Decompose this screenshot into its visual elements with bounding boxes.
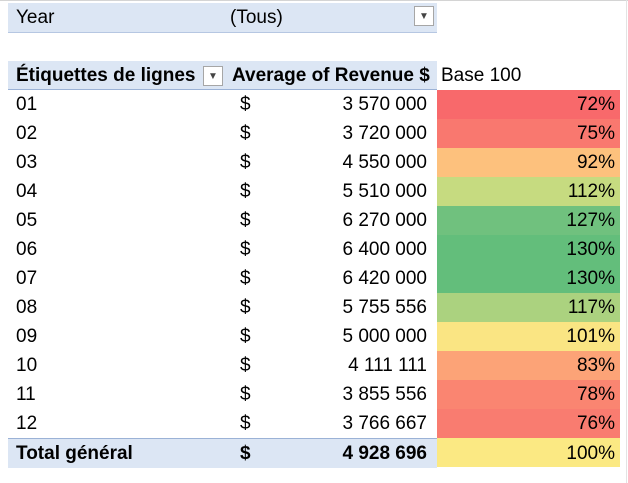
base-value[interactable]: 101% xyxy=(437,322,615,351)
revenue-value[interactable]: 6 420 000 xyxy=(342,264,427,293)
base-value[interactable]: 83% xyxy=(437,351,615,380)
table-row: 02 $3 720 000 75% xyxy=(8,119,628,148)
revenue-header[interactable]: Average of Revenue $ xyxy=(232,61,430,90)
revenue-value[interactable]: 5 755 556 xyxy=(342,293,427,322)
currency-symbol[interactable]: $ xyxy=(240,293,251,322)
revenue-value[interactable]: 6 270 000 xyxy=(342,206,427,235)
row-label[interactable]: 04 xyxy=(16,177,37,206)
base-value[interactable]: 130% xyxy=(437,235,615,264)
row-label[interactable]: 12 xyxy=(16,409,37,438)
row-label[interactable]: 10 xyxy=(16,351,37,380)
table-row: 06 $6 400 000 130% xyxy=(8,235,628,264)
row-label[interactable]: 07 xyxy=(16,264,37,293)
base-value[interactable]: 75% xyxy=(437,119,615,148)
currency-symbol[interactable]: $ xyxy=(240,119,251,148)
table-row: 10 $4 111 111 83% xyxy=(8,351,628,380)
grid-line-top xyxy=(0,0,628,1)
filter-label: Year xyxy=(16,7,55,28)
report-filter-row: Year (Tous) ▼ xyxy=(8,3,437,33)
base-value[interactable]: 117% xyxy=(437,293,615,322)
base-value[interactable]: 78% xyxy=(437,380,615,409)
table-row: 09 $5 000 000 101% xyxy=(8,322,628,351)
row-labels-filter-button[interactable]: ▼ xyxy=(203,66,223,86)
currency-symbol[interactable]: $ xyxy=(240,322,251,351)
pivot-rows: 01 $3 570 000 72% 02 $3 720 000 75% 03 $4 550 0… xyxy=(8,90,628,438)
base-value[interactable]: 76% xyxy=(437,409,615,438)
row-label[interactable]: 11 xyxy=(16,380,36,409)
filter-value[interactable]: (Tous) xyxy=(230,7,283,29)
base-value[interactable]: 92% xyxy=(437,148,615,177)
base-value[interactable]: 127% xyxy=(437,206,615,235)
chevron-down-icon: ▼ xyxy=(208,70,218,82)
row-labels-header[interactable]: Étiquettes de lignes xyxy=(16,61,195,90)
currency-symbol[interactable]: $ xyxy=(240,206,251,235)
grand-total-currency[interactable]: $ xyxy=(240,439,251,468)
revenue-value[interactable]: 3 570 000 xyxy=(342,90,427,119)
pivot-table: Étiquettes de lignes ▼ Average of Revenu… xyxy=(8,61,628,468)
table-row: 08 $5 755 556 117% xyxy=(8,293,628,322)
row-label[interactable]: 06 xyxy=(16,235,37,264)
revenue-value[interactable]: 4 550 000 xyxy=(342,148,427,177)
base-value[interactable]: 112% xyxy=(437,177,615,206)
revenue-value[interactable]: 6 400 000 xyxy=(342,235,427,264)
currency-symbol[interactable]: $ xyxy=(240,177,251,206)
row-label[interactable]: 03 xyxy=(16,148,37,177)
chevron-down-icon: ▼ xyxy=(419,10,429,22)
currency-symbol[interactable]: $ xyxy=(240,235,251,264)
row-label[interactable]: 08 xyxy=(16,293,37,322)
currency-symbol[interactable]: $ xyxy=(240,409,251,438)
table-row: 04 $5 510 000 112% xyxy=(8,177,628,206)
row-label[interactable]: 05 xyxy=(16,206,37,235)
grand-total-label[interactable]: Total général xyxy=(16,439,133,468)
row-label[interactable]: 09 xyxy=(16,322,37,351)
currency-symbol[interactable]: $ xyxy=(240,90,251,119)
table-row: 05 $6 270 000 127% xyxy=(8,206,628,235)
row-label[interactable]: 02 xyxy=(16,119,37,148)
revenue-value[interactable]: 3 766 667 xyxy=(342,409,427,438)
filter-dropdown-button[interactable]: ▼ xyxy=(414,6,434,26)
base-value[interactable]: 72% xyxy=(437,90,615,119)
grand-total-row: Total général $ 4 928 696 100% xyxy=(8,438,628,468)
revenue-value[interactable]: 3 855 556 xyxy=(342,380,427,409)
pivot-header-row: Étiquettes de lignes ▼ Average of Revenu… xyxy=(8,61,628,90)
currency-symbol[interactable]: $ xyxy=(240,264,251,293)
base-header[interactable]: Base 100 xyxy=(441,61,521,90)
revenue-value[interactable]: 3 720 000 xyxy=(342,119,427,148)
currency-symbol[interactable]: $ xyxy=(240,380,251,409)
table-row: 03 $4 550 000 92% xyxy=(8,148,628,177)
revenue-value[interactable]: 4 111 111 xyxy=(348,351,427,380)
base-value[interactable]: 130% xyxy=(437,264,615,293)
revenue-value[interactable]: 5 000 000 xyxy=(342,322,427,351)
currency-symbol[interactable]: $ xyxy=(240,148,251,177)
table-row: 01 $3 570 000 72% xyxy=(8,90,628,119)
row-label[interactable]: 01 xyxy=(16,90,37,119)
currency-symbol[interactable]: $ xyxy=(240,351,251,380)
grand-total-base[interactable]: 100% xyxy=(437,439,615,468)
table-row: 12 $3 766 667 76% xyxy=(8,409,628,438)
table-row: 11 $3 855 556 78% xyxy=(8,380,628,409)
revenue-value[interactable]: 5 510 000 xyxy=(342,177,427,206)
grand-total-value[interactable]: 4 928 696 xyxy=(342,439,427,468)
table-row: 07 $6 420 000 130% xyxy=(8,264,628,293)
